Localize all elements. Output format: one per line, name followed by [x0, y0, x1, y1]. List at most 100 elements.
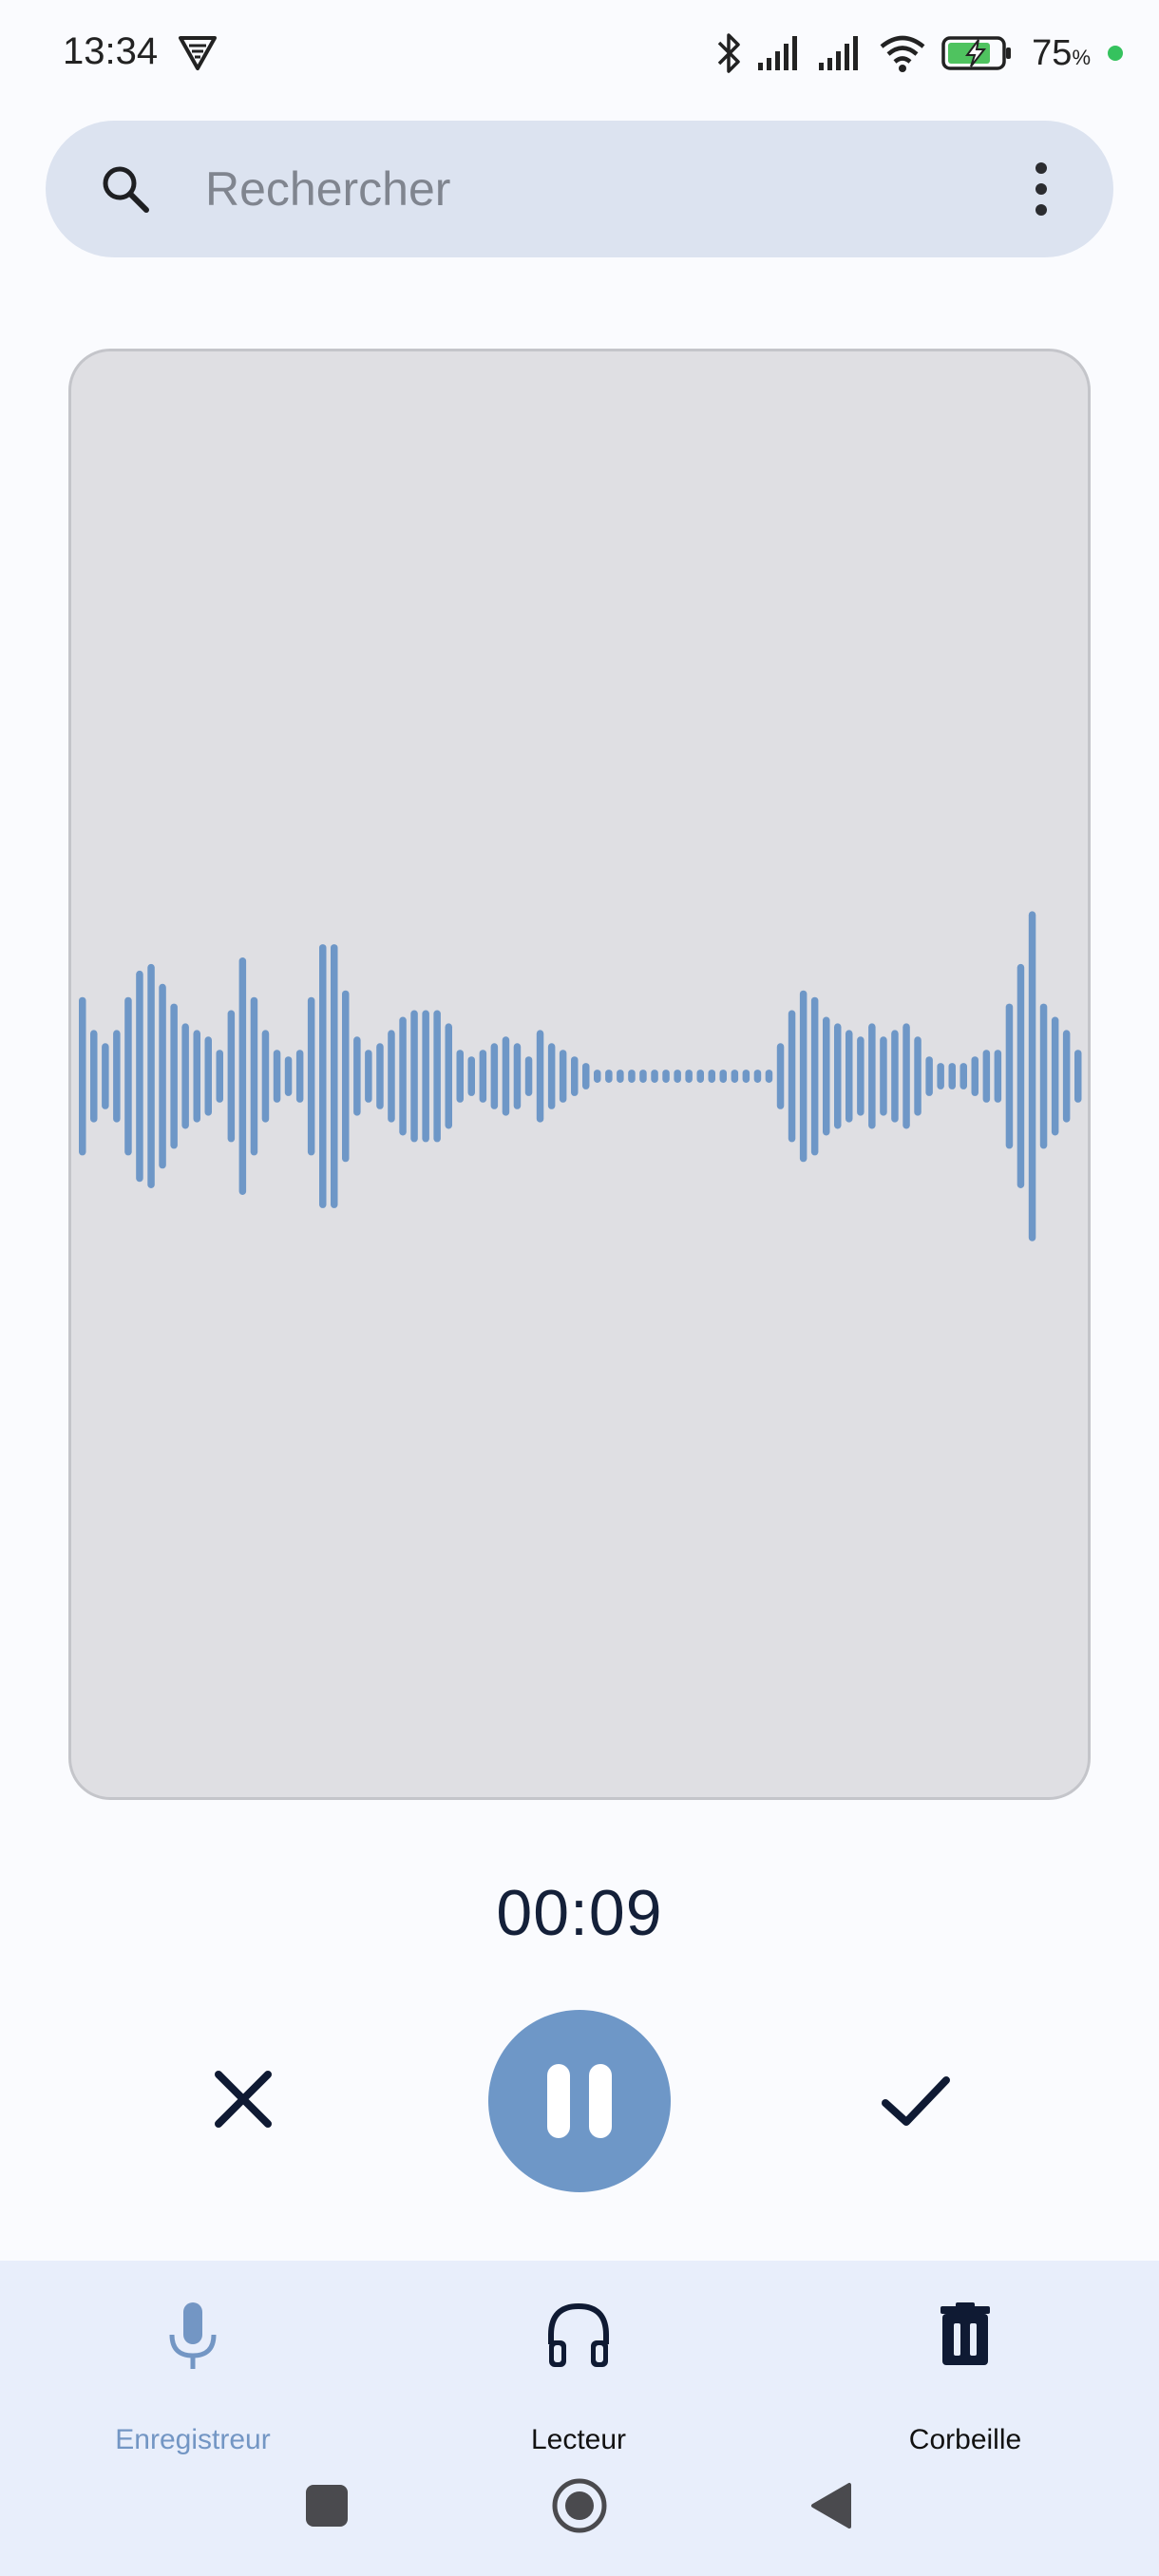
search-input[interactable]: [205, 157, 965, 221]
waveform-bar: [113, 1030, 121, 1123]
privacy-indicator-dot: [1108, 46, 1123, 61]
waveform-bar: [124, 996, 132, 1156]
waveform-bar: [102, 1043, 109, 1109]
waveform-bar: [273, 1050, 281, 1103]
waveform-bar: [823, 1016, 830, 1136]
waveform-bar: [227, 1010, 236, 1143]
waveform: [79, 911, 1082, 1241]
waveform-bar: [719, 1070, 727, 1083]
system-recents-button[interactable]: [306, 2485, 348, 2527]
waveform-bar: [319, 944, 327, 1208]
nav-item-trash[interactable]: Corbeille: [842, 2301, 1089, 2455]
save-recording-button[interactable]: [876, 2063, 956, 2139]
waveform-bar: [490, 1043, 499, 1109]
waveform-bar: [90, 1030, 98, 1123]
system-back-button[interactable]: [809, 2481, 853, 2530]
waveform-bar: [284, 1056, 293, 1096]
waveform-bar: [617, 1070, 624, 1083]
waveform-bar: [1005, 1003, 1014, 1149]
waveform-bar: [731, 1070, 739, 1083]
waveform-bar: [365, 1050, 372, 1103]
waveform-bar: [331, 944, 338, 1208]
waveform-bar: [948, 1063, 956, 1089]
waveform-bar: [868, 1023, 876, 1129]
nav-label-recorder: Enregistreur: [115, 2424, 271, 2455]
waveform-bar: [891, 1030, 899, 1123]
waveform-bar: [159, 983, 166, 1169]
waveform-card: [68, 349, 1091, 1800]
waveform-bar: [571, 1056, 579, 1096]
waveform-bar: [307, 996, 315, 1156]
elapsed-timer: 00:09: [496, 1877, 663, 1949]
search-bar[interactable]: [46, 121, 1113, 257]
status-bar: 13:34 75%: [0, 0, 1159, 109]
nav-item-player[interactable]: Lecteur: [455, 2301, 702, 2455]
waveform-bar: [1074, 1050, 1082, 1103]
nav-label-player: Lecteur: [530, 2424, 627, 2455]
signal-icon: [819, 36, 859, 70]
waveform-bar: [639, 1070, 647, 1083]
waveform-bar: [937, 1063, 944, 1089]
waveform-bar: [742, 1070, 750, 1083]
waveform-bar: [170, 1003, 178, 1149]
waveform-bar: [433, 1010, 441, 1143]
waveform-bar: [994, 1050, 1002, 1103]
waveform-bar: [982, 1050, 991, 1103]
waveform-bar: [295, 1050, 304, 1103]
battery-charging-icon: [941, 36, 1012, 70]
waveform-bar: [857, 1036, 864, 1116]
nav-item-recorder[interactable]: Enregistreur: [69, 2301, 316, 2455]
waveform-bar: [559, 1050, 567, 1103]
more-vert-icon[interactable]: [1026, 161, 1056, 218]
waveform-bar: [925, 1056, 933, 1096]
waveform-bar: [971, 1056, 978, 1096]
wifi-icon: [880, 35, 925, 72]
waveform-bar: [193, 1030, 200, 1123]
waveform-bar: [524, 1056, 533, 1096]
waveform-bar: [605, 1070, 613, 1083]
waveform-bar: [216, 1050, 223, 1103]
system-home-button[interactable]: [551, 2477, 608, 2534]
waveform-bar: [422, 1010, 429, 1143]
waveform-bar: [1051, 1016, 1059, 1136]
waveform-bar: [902, 1023, 910, 1129]
battery-percent: 75%: [1032, 32, 1091, 73]
search-icon: [103, 166, 149, 213]
pause-button[interactable]: [488, 2010, 671, 2192]
waveform-bar: [1062, 1030, 1071, 1123]
waveform-bar: [799, 990, 808, 1163]
app-notification-icon: [179, 36, 217, 70]
check-icon: [882, 2076, 950, 2126]
waveform-bar: [846, 1030, 853, 1123]
waveform-bar: [914, 1036, 922, 1116]
waveform-bar: [399, 1016, 407, 1136]
nav-label-trash: Corbeille: [908, 2424, 1022, 2455]
waveform-bar: [410, 1010, 418, 1143]
waveform-bar: [810, 996, 819, 1156]
waveform-bar: [662, 1070, 670, 1083]
headphones-icon: [548, 2302, 609, 2367]
waveform-bar: [388, 1030, 395, 1123]
bluetooth-icon: [717, 33, 740, 73]
microphone-icon: [169, 2302, 217, 2369]
waveform-bar: [79, 996, 86, 1156]
waveform-bar: [479, 1050, 487, 1103]
close-icon: [215, 2071, 272, 2128]
waveform-bar: [960, 1063, 967, 1089]
waveform-bar: [674, 1070, 681, 1083]
status-time: 13:34: [63, 30, 159, 72]
waveform-bar: [1016, 963, 1025, 1188]
waveform-bar: [834, 1023, 842, 1129]
waveform-bar: [376, 1043, 384, 1109]
waveform-bar: [502, 1036, 510, 1116]
waveform-bar: [342, 990, 350, 1163]
status-icons: 75%: [714, 27, 1123, 80]
waveform-bar: [685, 1070, 693, 1083]
waveform-bar: [181, 1023, 189, 1129]
trash-icon: [940, 2302, 990, 2365]
waveform-bar: [467, 1056, 475, 1096]
waveform-bar: [628, 1070, 636, 1083]
cancel-recording-button[interactable]: [205, 2061, 281, 2137]
signal-icon: [758, 36, 798, 70]
waveform-bar: [708, 1070, 715, 1083]
